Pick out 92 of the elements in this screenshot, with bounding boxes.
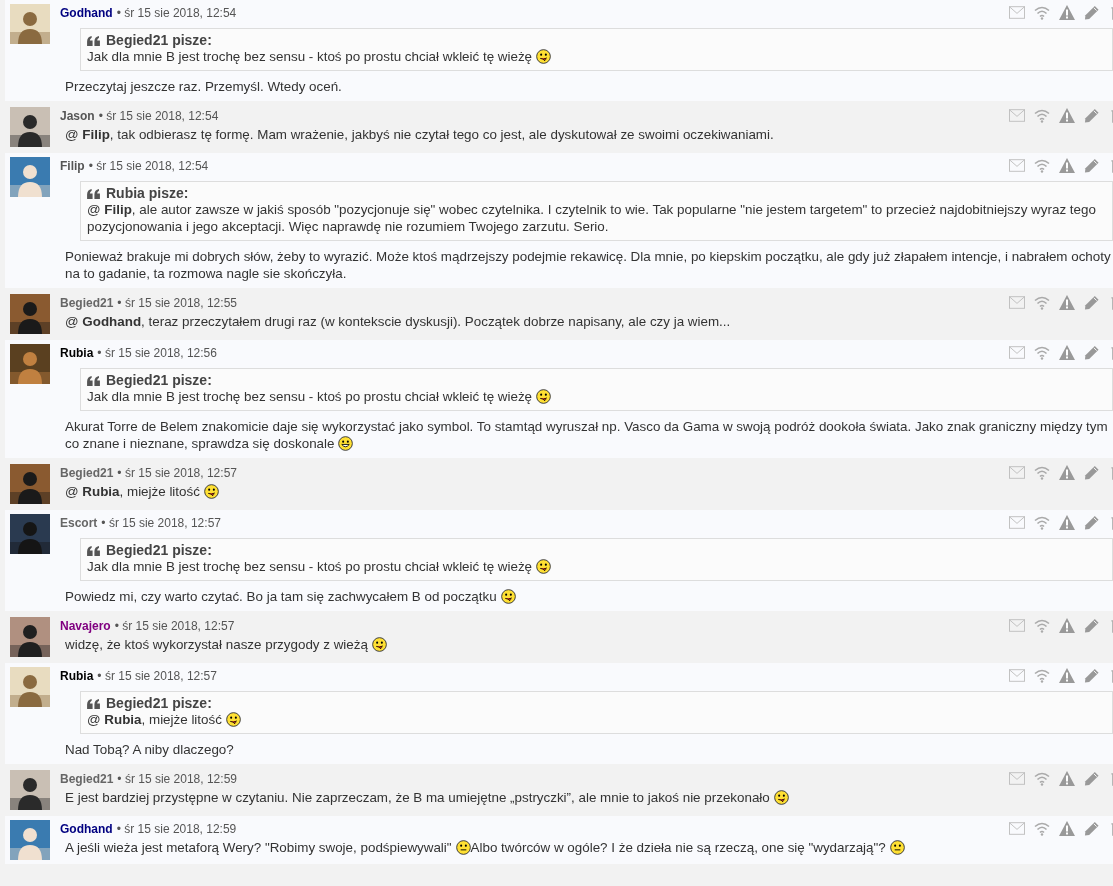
envelope-icon[interactable] xyxy=(1009,617,1025,633)
username-link[interactable]: Begied21 xyxy=(60,772,114,786)
post-text: A jeśli wieża jest metaforą Wery? "Robimy swoje, podśpiewywali" Albo twórców w ogóle? I że dzieła nie są rzeczą, one się "wydarzają"? xyxy=(60,838,1113,858)
post-text: @ Rubia, miejże litość xyxy=(60,482,1113,502)
quote-text: Jak dla mnie B jest trochę bez sensu - ktoś po prostu chciał wkleić tę wieżę xyxy=(87,48,1106,65)
post-text: E jest bardziej przystępne w czytaniu. Nie zaprzeczam, że B ma umiejętne „pstryczki”, ale mnie to jakoś nie przekonało xyxy=(60,788,1113,808)
edit-icon[interactable] xyxy=(1084,820,1100,836)
post-text: Przeczytaj jeszcze raz. Przemyśl. Wtedy oceń. xyxy=(64,78,343,96)
post-date: • śr 15 sie 2018, 12:54 xyxy=(116,6,237,20)
warning-icon[interactable] xyxy=(1059,770,1075,786)
post-date: • śr 15 sie 2018, 12:54 xyxy=(98,109,219,123)
warning-icon[interactable] xyxy=(1059,107,1075,123)
username-link[interactable]: Rubia xyxy=(60,669,94,683)
post-date: • śr 15 sie 2018, 12:55 xyxy=(117,296,237,310)
quote-author: Begied21 pisze: xyxy=(106,542,212,558)
username-link[interactable]: Jason xyxy=(60,109,95,123)
post-date: • śr 15 sie 2018, 12:54 xyxy=(88,159,209,173)
warning-icon[interactable] xyxy=(1059,617,1075,633)
edit-icon[interactable] xyxy=(1084,157,1100,173)
quote-text: Jak dla mnie B jest trochę bez sensu - ktoś po prostu chciał wkleić tę wieżę xyxy=(87,388,1106,405)
edit-icon[interactable] xyxy=(1084,514,1100,530)
edit-icon[interactable] xyxy=(1084,617,1100,633)
username-link[interactable]: Navajero xyxy=(60,619,111,633)
edit-icon[interactable] xyxy=(1084,107,1100,123)
username-link[interactable]: Godhand xyxy=(60,822,113,836)
quote-icon xyxy=(87,34,100,46)
username-link[interactable]: Begied21 xyxy=(60,466,114,480)
post-date: • śr 15 sie 2018, 12:57 xyxy=(97,669,217,683)
envelope-icon[interactable] xyxy=(1009,514,1025,530)
envelope-icon[interactable] xyxy=(1009,344,1025,360)
quote-text: @ Filip, ale autor zawsze w jakiś sposób "pozycjonuje się" wobec czytelnika. I czytelnik to wie. Tak popularne "nie jestem targetem" to przecież najdobitniejszy wyraz tego pozycjonowania i jego akceptacji. Więc naprawdę nie rozumiem Twojego zarzutu. Serio. xyxy=(87,201,1097,235)
quote-text: @ Rubia, miejże litość xyxy=(87,711,1106,728)
signal-icon[interactable] xyxy=(1034,617,1050,633)
warning-icon[interactable] xyxy=(1059,820,1075,836)
signal-icon[interactable] xyxy=(1034,464,1050,480)
post-text: Ponieważ brakuje mi dobrych słów, żeby to wyrazić. Może ktoś mądrzejszy podejmie rekawicę. Dla mnie, po kiepskim początku, ale gdy już złapałem intencje, i nabrałem ochoty na to gadanie, ta rozmowa nagle sie skończyła. xyxy=(64,248,1112,283)
envelope-icon[interactable] xyxy=(1009,820,1025,836)
edit-icon[interactable] xyxy=(1084,294,1100,310)
quote-icon xyxy=(87,187,100,199)
signal-icon[interactable] xyxy=(1034,157,1050,173)
envelope-icon[interactable] xyxy=(1009,464,1025,480)
warning-icon[interactable] xyxy=(1059,514,1075,530)
signal-icon[interactable] xyxy=(1034,820,1050,836)
edit-icon[interactable] xyxy=(1084,4,1100,20)
username-link[interactable]: Godhand xyxy=(60,6,113,20)
post-text: Nad Tobą? A niby dlaczego? xyxy=(64,741,235,759)
envelope-icon[interactable] xyxy=(1009,107,1025,123)
username-link[interactable]: Escort xyxy=(60,516,98,530)
post-text: widzę, że ktoś wykorzystał nasze przygody z wieżą xyxy=(60,635,1113,655)
username-link[interactable]: Begied21 xyxy=(60,296,114,310)
quote-icon xyxy=(87,697,100,709)
username-link[interactable]: Filip xyxy=(60,159,85,173)
envelope-icon[interactable] xyxy=(1009,667,1025,683)
post-date: • śr 15 sie 2018, 12:57 xyxy=(114,619,235,633)
post-text: Powiedz mi, czy warto czytać. Bo ja tam się zachwycałem B od początku xyxy=(60,587,1113,607)
signal-icon[interactable] xyxy=(1034,294,1050,310)
warning-icon[interactable] xyxy=(1059,4,1075,20)
envelope-icon[interactable] xyxy=(1009,157,1025,173)
post-date: • śr 15 sie 2018, 12:57 xyxy=(101,516,221,530)
signal-icon[interactable] xyxy=(1034,667,1050,683)
quote-author: Rubia pisze: xyxy=(106,185,189,201)
edit-icon[interactable] xyxy=(1084,770,1100,786)
signal-icon[interactable] xyxy=(1034,514,1050,530)
post-date: • śr 15 sie 2018, 12:59 xyxy=(116,822,237,836)
envelope-icon[interactable] xyxy=(1009,4,1025,20)
envelope-icon[interactable] xyxy=(1009,294,1025,310)
warning-icon[interactable] xyxy=(1059,344,1075,360)
quote-icon xyxy=(87,544,100,556)
quote-author: Begied21 pisze: xyxy=(106,372,212,388)
warning-icon[interactable] xyxy=(1059,464,1075,480)
edit-icon[interactable] xyxy=(1084,344,1100,360)
username-link[interactable]: Rubia xyxy=(60,346,94,360)
signal-icon[interactable] xyxy=(1034,4,1050,20)
quote-icon xyxy=(87,374,100,386)
post-date: • śr 15 sie 2018, 12:57 xyxy=(117,466,237,480)
post-text: Akurat Torre de Belem znakomicie daje się wykorzystać jako symbol. To stamtąd wyruszał np. Vasco da Gama w swoją podróż dookoła świata. Jako znak graniczny między tym co znane i nieznane, sprawdza się doskonale xyxy=(64,418,1109,453)
edit-icon[interactable] xyxy=(1084,464,1100,480)
signal-icon[interactable] xyxy=(1034,344,1050,360)
quote-author: Begied21 pisze: xyxy=(106,32,212,48)
envelope-icon[interactable] xyxy=(1009,770,1025,786)
post-date: • śr 15 sie 2018, 12:56 xyxy=(97,346,217,360)
signal-icon[interactable] xyxy=(1034,770,1050,786)
post-text: @ Godhand, teraz przeczytałem drugi raz (w kontekscie dyskusji). Początek dobrze napisany, ale czy ja wiem... xyxy=(64,313,732,331)
post-text: @ Filip, tak odbierasz tę formę. Mam wrażenie, jakbyś nie czytał tego co jest, ale dyskutował ze swoimi oczekiwaniami. xyxy=(64,126,775,144)
edit-icon[interactable] xyxy=(1084,667,1100,683)
warning-icon[interactable] xyxy=(1059,294,1075,310)
quote-author: Begied21 pisze: xyxy=(106,695,212,711)
warning-icon[interactable] xyxy=(1059,157,1075,173)
warning-icon[interactable] xyxy=(1059,667,1075,683)
quote-text: Jak dla mnie B jest trochę bez sensu - ktoś po prostu chciał wkleić tę wieżę xyxy=(87,558,1106,575)
post-date: • śr 15 sie 2018, 12:59 xyxy=(117,772,237,786)
signal-icon[interactable] xyxy=(1034,107,1050,123)
